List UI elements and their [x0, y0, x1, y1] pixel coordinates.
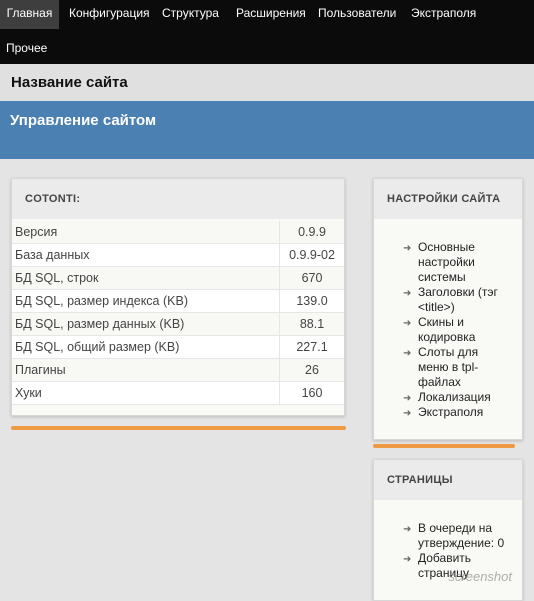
- arrow-right-icon: ➜: [403, 408, 412, 419]
- arrow-right-icon: ➜: [403, 348, 412, 359]
- nav-item-configuration[interactable]: Конфигурация: [69, 7, 150, 19]
- card-underline: [373, 444, 515, 448]
- arrow-right-icon: ➜: [403, 554, 412, 565]
- table-row: Версия 0.9.9: [12, 221, 344, 244]
- row-value: 26: [279, 358, 344, 382]
- row-value: 160: [279, 381, 344, 405]
- card-title: COTONTI:: [25, 193, 81, 205]
- row-label: БД SQL, общий размер (KB): [12, 335, 280, 359]
- row-label: База данных: [12, 243, 280, 267]
- arrow-right-icon: ➜: [403, 524, 412, 535]
- link-pending-pages[interactable]: ➜ В очереди на утверждение: 0: [403, 521, 507, 551]
- row-value: 0.9.9: [279, 221, 344, 244]
- nav-item-structure[interactable]: Структура: [162, 7, 219, 19]
- card-title: СТРАНИЦЫ: [387, 474, 453, 486]
- row-label: БД SQL, размер данных (KB): [12, 312, 280, 336]
- nav-item-home[interactable]: Главная: [0, 0, 59, 29]
- table-row: БД SQL, размер индекса (KB) 139.0: [12, 289, 344, 313]
- nav-item-extensions[interactable]: Расширения: [236, 7, 306, 19]
- settings-link-list: ➜ Основные настройки системы ➜ Заголовки (…: [403, 240, 507, 420]
- arrow-right-icon: ➜: [403, 393, 412, 404]
- arrow-right-icon: ➜: [403, 318, 412, 329]
- table-row: Плагины 26: [12, 358, 344, 382]
- watermark: screenshot: [448, 569, 512, 584]
- nav-item-extrafields[interactable]: Экстраполя: [411, 7, 476, 19]
- table-row: БД SQL, размер данных (KB) 88.1: [12, 312, 344, 336]
- site-title[interactable]: Название сайта: [11, 74, 128, 91]
- link-menu-slots[interactable]: ➜ Слоты для меню в tpl-файлах: [403, 345, 507, 390]
- row-label: Хуки: [12, 381, 280, 405]
- table-row: База данных 0.9.9-02: [12, 243, 344, 267]
- row-value: 139.0: [279, 289, 344, 313]
- row-label: Версия: [12, 221, 280, 244]
- row-value: 0.9.9-02: [279, 243, 344, 267]
- arrow-right-icon: ➜: [403, 243, 412, 254]
- row-label: БД SQL, размер индекса (KB): [12, 289, 280, 313]
- link-localization[interactable]: ➜ Локализация: [403, 390, 507, 405]
- card-underline: [11, 426, 346, 430]
- site-title-bar: Название сайта: [0, 64, 534, 101]
- stats-table: Версия 0.9.9 База данных 0.9.9-02 БД SQL, …: [12, 221, 344, 405]
- arrow-right-icon: ➜: [403, 288, 412, 299]
- nav-item-other[interactable]: Прочее: [6, 42, 47, 54]
- row-label: БД SQL, строк: [12, 266, 280, 290]
- link-skins-encoding[interactable]: ➜ Скины и кодировка: [403, 315, 507, 345]
- link-general-settings[interactable]: ➜ Основные настройки системы: [403, 240, 507, 285]
- site-settings-card: НАСТРОЙКИ САЙТА ➜ Основные настройки сист…: [373, 178, 523, 440]
- cotonti-stats-card: COTONTI: Версия 0.9.9 База данных 0.9.9-02…: [11, 178, 345, 416]
- table-row: Хуки 160: [12, 381, 344, 405]
- card-header: НАСТРОЙКИ САЙТА: [374, 179, 522, 219]
- top-navigation: Главная Конфигурация Структура Расширени…: [0, 0, 534, 64]
- nav-item-users[interactable]: Пользователи: [318, 7, 396, 19]
- row-value: 670: [279, 266, 344, 290]
- link-extrafields[interactable]: ➜ Экстраполя: [403, 405, 507, 420]
- page-title: Управление сайтом: [10, 112, 157, 129]
- table-row: БД SQL, общий размер (KB) 227.1: [12, 335, 344, 359]
- card-header: COTONTI:: [12, 179, 344, 219]
- row-value: 88.1: [279, 312, 344, 336]
- admin-header: Управление сайтом: [0, 101, 534, 159]
- row-label: Плагины: [12, 358, 280, 382]
- card-header: СТРАНИЦЫ: [374, 460, 522, 500]
- card-title: НАСТРОЙКИ САЙТА: [387, 193, 501, 205]
- link-title-tags[interactable]: ➜ Заголовки (тэг <title>): [403, 285, 507, 315]
- table-row: БД SQL, строк 670: [12, 266, 344, 290]
- row-value: 227.1: [279, 335, 344, 359]
